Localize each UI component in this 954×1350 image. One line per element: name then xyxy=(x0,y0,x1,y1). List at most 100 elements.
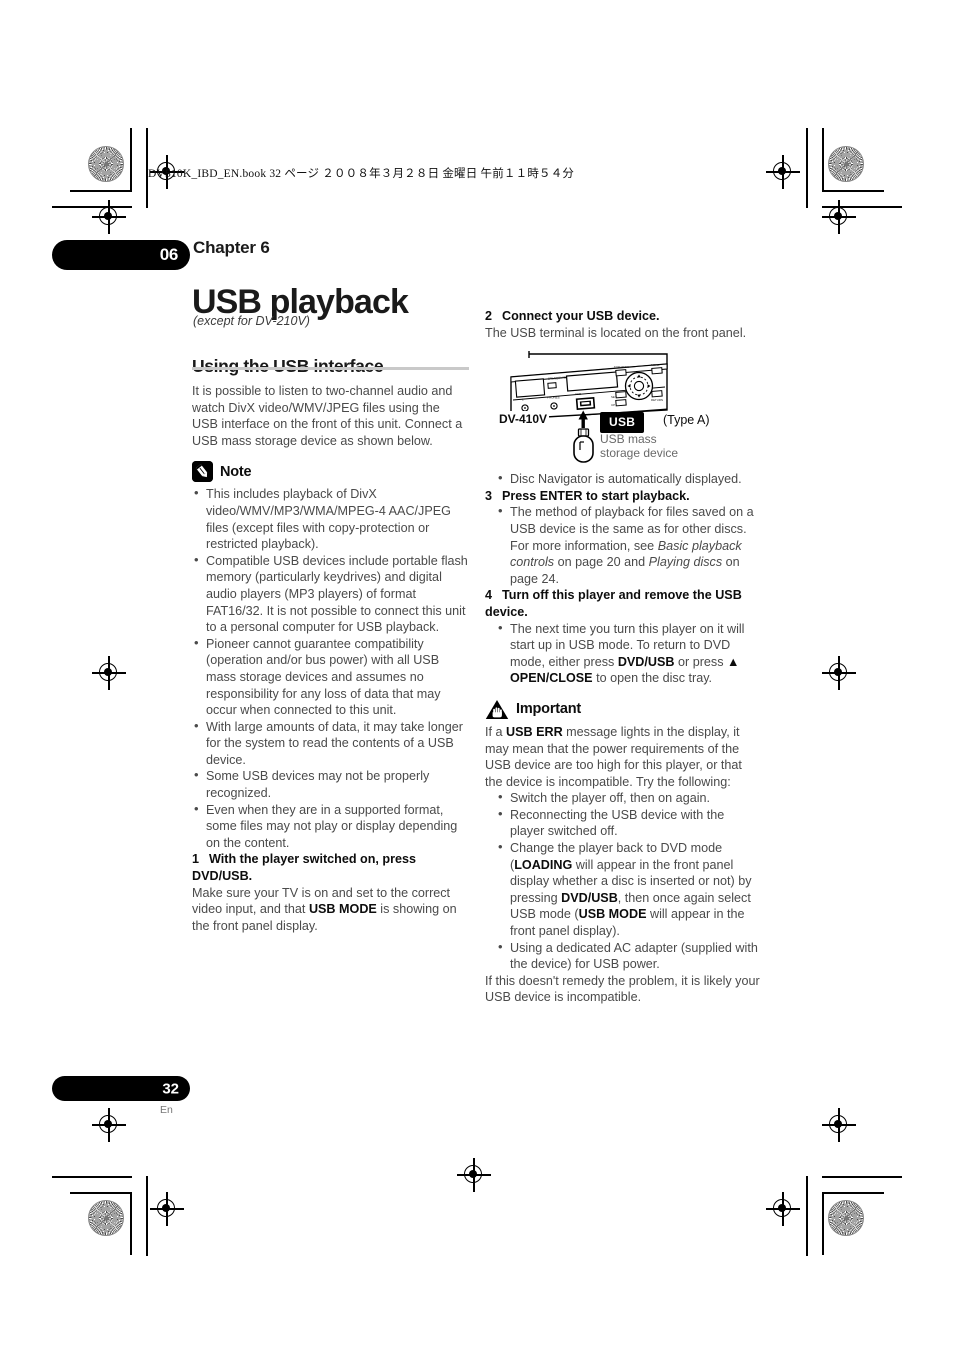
right-column: 2 Connect your USB device. The USB termin… xyxy=(485,308,762,1006)
except-note: (except for DV-210V) xyxy=(193,314,310,328)
crop-mark-bottom-left-v xyxy=(130,1192,132,1255)
usb-device-caption-line2: storage device xyxy=(600,446,679,461)
loading-label: LOADING xyxy=(514,857,573,872)
dvd-usb-label-2: DVD/USB xyxy=(561,890,618,905)
crop-mark-top-right-h xyxy=(822,190,884,192)
step-3-bullet-list: The method of playback for files saved o… xyxy=(496,503,762,587)
svg-text:MENU: MENU xyxy=(651,363,660,367)
crop-mark-bottom-right-v2 xyxy=(806,1176,808,1256)
svg-text:UP: UP xyxy=(611,403,615,407)
list-item: Change the player back to DVD mode (LOAD… xyxy=(496,839,762,940)
important-title: Important xyxy=(516,701,582,718)
crop-mark-top-left-h xyxy=(70,190,132,192)
usb-err-label: USB ERR xyxy=(506,724,563,739)
step-4-heading: 4 Turn off this player and remove the USB… xyxy=(485,587,762,620)
list-item: With large amounts of data, it may take … xyxy=(192,718,469,769)
list-item: Switch the player off, then on again. xyxy=(496,789,762,807)
usb-badge: USB xyxy=(600,412,645,433)
list-item: Using a dedicated AC adapter (supplied w… xyxy=(496,939,762,973)
step-4-bullet-list: The next time you turn this player on it… xyxy=(496,620,762,687)
registration-target-left-lower xyxy=(92,1108,126,1142)
registration-target-bottom-center xyxy=(457,1158,491,1192)
step-4-text-2: or press xyxy=(674,654,727,669)
list-item: The next time you turn this player on it… xyxy=(496,620,762,687)
important-intro: If a USB ERR message lights in the displ… xyxy=(485,724,762,790)
registration-target-right-lower xyxy=(822,1108,856,1142)
intro-paragraph: It is possible to listen to two-channel … xyxy=(192,384,463,448)
chapter-label: Chapter 6 xyxy=(193,238,270,257)
registration-target-right-middle xyxy=(822,656,856,690)
chapter-number: 06 xyxy=(159,245,179,264)
step-1-body: Make sure your TV is on and set to the c… xyxy=(192,885,469,935)
crop-mark-top-left-v xyxy=(130,128,132,191)
step-3-number: 3 xyxy=(485,488,493,503)
note-title: Note xyxy=(220,463,252,480)
step-3-text-2: on page 20 and xyxy=(554,555,649,570)
halftone-circle-top-right xyxy=(828,146,864,182)
crop-mark-top-right-v2 xyxy=(806,128,808,208)
list-item: Some USB devices may not be properly rec… xyxy=(192,767,469,801)
list-item: Pioneer cannot guarantee compatibility (… xyxy=(192,635,469,719)
step-1-heading: 1 With the player switched on, press DVD/… xyxy=(192,851,469,884)
step-2-number: 2 xyxy=(485,309,493,323)
svg-text:TOP MENU: TOP MENU xyxy=(614,365,629,369)
crop-mark-top-right-v xyxy=(822,128,824,191)
list-item: Even when they are in a supported format… xyxy=(192,801,469,852)
footer-page-pill: 32 xyxy=(52,1076,190,1101)
note-bullet-list: This includes playback of DivX video/WMV… xyxy=(192,485,469,852)
important-bullet-list: Switch the player off, then on again. Re… xyxy=(496,789,762,973)
step-2-bullet-list: Disc Navigator is automatically displaye… xyxy=(496,470,762,488)
usb-mode-label: USB MODE xyxy=(308,902,377,917)
important-text-1: If a xyxy=(485,724,506,739)
registration-target-bottom-left xyxy=(150,1192,184,1226)
crop-mark-bottom-left-v2 xyxy=(146,1176,148,1256)
crop-mark-bottom-left-h2 xyxy=(52,1176,132,1178)
crop-mark-bottom-right-h2 xyxy=(822,1176,902,1178)
svg-text:SET: SET xyxy=(611,395,617,399)
step-1-number: 1 xyxy=(192,852,200,867)
list-item: Compatible USB devices include portable … xyxy=(192,552,469,636)
important-callout-heading: Important xyxy=(485,699,762,720)
pencil-icon xyxy=(192,461,213,483)
chapter-number-tab: 06 xyxy=(52,240,190,270)
left-column: It is possible to listen to two-channel … xyxy=(192,383,469,934)
registration-target-top-right xyxy=(766,155,800,189)
footer-language-code: En xyxy=(160,1104,173,1116)
step-2-heading-text: Connect your USB device. xyxy=(502,309,660,323)
section-divider xyxy=(192,367,469,370)
step-4-number: 4 xyxy=(485,588,493,603)
usb-mode-label-2: USB MODE xyxy=(578,907,647,922)
step-4-text-3: to open the disc tray. xyxy=(592,671,713,686)
dvd-usb-button-label: DVD/USB xyxy=(617,654,675,669)
registration-target-left-middle xyxy=(92,656,126,690)
svg-text:RETURN: RETURN xyxy=(651,398,663,402)
halftone-circle-bottom-left xyxy=(88,1200,124,1236)
warning-hand-icon xyxy=(485,699,509,720)
book-file-header: DV510K_IBD_EN.book 32 ページ ２００８年３月２８日 金曜日… xyxy=(148,168,575,180)
step-2-body: The USB terminal is located on the front… xyxy=(485,325,747,340)
device-model-label: DV-410V xyxy=(497,411,550,428)
step-3-heading-text: Press ENTER to start playback. xyxy=(502,488,690,503)
list-item: This includes playback of DivX video/WMV… xyxy=(192,485,469,552)
crop-mark-bottom-right-v xyxy=(822,1192,824,1255)
svg-text:USB: USB xyxy=(575,392,581,396)
list-item: Reconnecting the USB device with the pla… xyxy=(496,806,762,840)
note-callout-heading: Note xyxy=(192,461,469,483)
footer-page-number: 32 xyxy=(162,1080,179,1097)
crop-mark-bottom-left-h xyxy=(70,1192,132,1194)
registration-target-left-upper xyxy=(92,200,126,234)
list-item: The method of playback for files saved o… xyxy=(496,503,762,587)
usb-connection-diagram: STANDBY/ON L PHONES USB TOP MENU MENU RE… xyxy=(485,347,762,467)
registration-target-right-upper xyxy=(822,200,856,234)
step-4-heading-text: Turn off this player and remove the USB … xyxy=(485,588,742,619)
svg-text:PHONES: PHONES xyxy=(547,396,560,400)
step-1-heading-text: With the player switched on, press DVD/U… xyxy=(192,852,417,884)
important-closing: If this doesn't remedy the problem, it i… xyxy=(485,973,760,1005)
halftone-circle-bottom-right xyxy=(828,1200,864,1236)
usb-type-label: (Type A) xyxy=(663,413,710,428)
crop-mark-bottom-right-h xyxy=(822,1192,884,1194)
playing-discs-ref: Playing discs xyxy=(648,555,723,570)
registration-target-bottom-right xyxy=(766,1192,800,1226)
step-2-heading: 2 Connect your USB device. xyxy=(485,308,762,325)
halftone-circle-top-left xyxy=(88,146,124,182)
